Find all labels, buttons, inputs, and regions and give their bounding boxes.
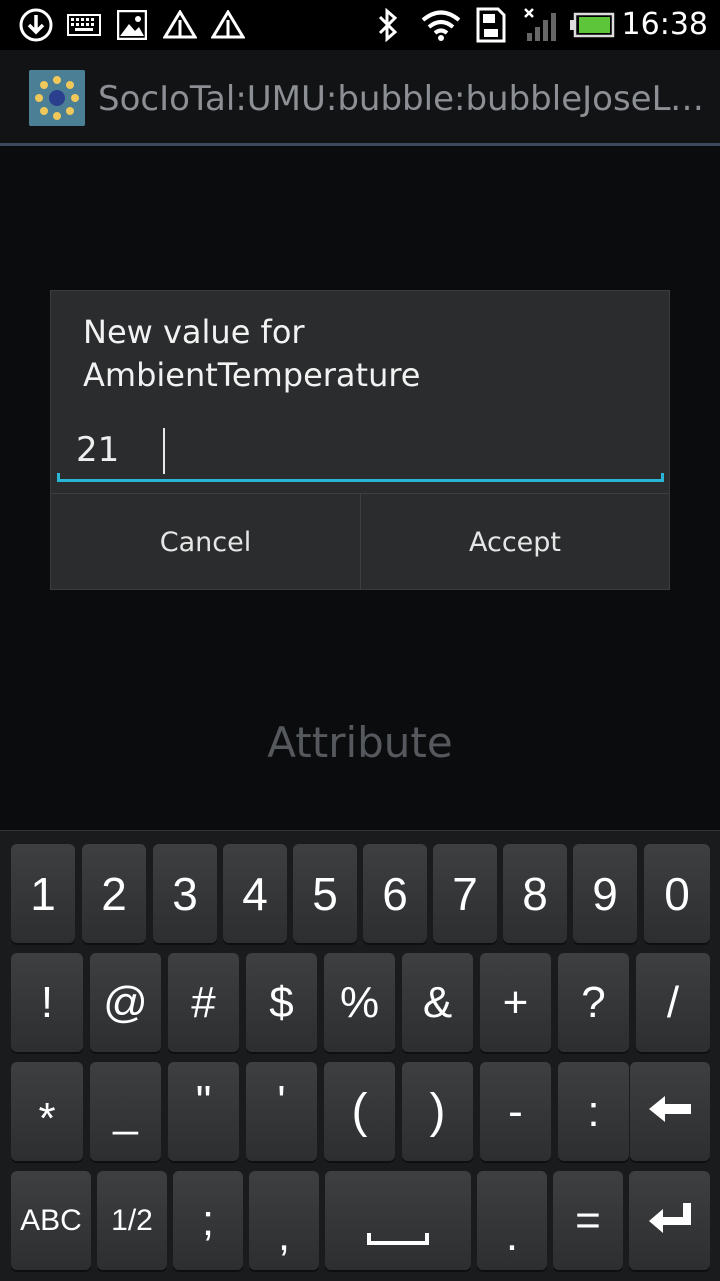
signal-icon — [520, 6, 560, 44]
key-9[interactable]: 9 — [573, 844, 637, 943]
app-logo-icon[interactable] — [29, 70, 85, 126]
key-open-paren[interactable]: ( — [324, 1062, 395, 1161]
space-icon — [367, 1231, 429, 1250]
key-plus[interactable]: + — [480, 953, 551, 1052]
key-double-quote[interactable]: " — [168, 1062, 239, 1161]
value-input[interactable] — [58, 421, 664, 479]
key-period[interactable]: . — [477, 1171, 547, 1270]
key-hash[interactable]: # — [168, 953, 239, 1052]
dialog-button-row: Cancel Accept — [51, 493, 669, 590]
key-2[interactable]: 2 — [82, 844, 146, 943]
key-ampersand[interactable]: & — [402, 953, 473, 1052]
dialog-title: New value for AmbientTemperature — [83, 313, 421, 394]
key-single-quote[interactable]: ' — [246, 1062, 317, 1161]
input-underline — [57, 473, 664, 482]
recycle-icon — [210, 6, 246, 44]
action-bar-divider — [0, 143, 720, 146]
status-clock: 16:38 — [621, 7, 708, 42]
key-semicolon[interactable]: ; — [173, 1171, 243, 1270]
key-exclamation[interactable]: ! — [11, 953, 83, 1052]
wifi-icon — [420, 6, 462, 44]
key-equals[interactable]: = — [553, 1171, 623, 1270]
on-screen-keyboard: 1 2 3 4 5 6 7 8 9 0 ! @ # $ % & + ? / * … — [0, 830, 720, 1281]
key-3[interactable]: 3 — [153, 844, 217, 943]
key-0[interactable]: 0 — [644, 844, 710, 943]
gallery-icon — [116, 6, 148, 44]
keyboard-icon — [66, 6, 102, 44]
space-key[interactable] — [325, 1171, 471, 1270]
enter-key[interactable] — [629, 1171, 710, 1270]
abc-mode-key[interactable]: ABC — [11, 1171, 91, 1270]
key-percent[interactable]: % — [324, 953, 395, 1052]
key-asterisk[interactable]: * — [11, 1062, 83, 1161]
key-dollar[interactable]: $ — [246, 953, 317, 1052]
key-colon[interactable]: : — [558, 1062, 629, 1161]
enter-icon — [647, 1201, 693, 1240]
key-slash[interactable]: / — [636, 953, 710, 1052]
symbol-page-key[interactable]: 1/2 — [97, 1171, 167, 1270]
key-close-paren[interactable]: ) — [402, 1062, 473, 1161]
accept-button[interactable]: Accept — [361, 494, 669, 590]
key-question[interactable]: ? — [558, 953, 629, 1052]
backspace-key[interactable] — [630, 1062, 710, 1161]
key-6[interactable]: 6 — [363, 844, 427, 943]
key-1[interactable]: 1 — [11, 844, 75, 943]
edit-value-dialog: New value for AmbientTemperature Cancel … — [50, 290, 670, 590]
key-7[interactable]: 7 — [433, 844, 497, 943]
action-bar: SocIoTal:UMU:bubble:bubbleJoseLu... — [0, 50, 720, 146]
key-4[interactable]: 4 — [223, 844, 287, 943]
download-icon — [16, 6, 56, 44]
text-cursor — [163, 428, 165, 474]
backspace-icon — [647, 1094, 693, 1129]
battery-icon — [568, 6, 616, 44]
key-5[interactable]: 5 — [293, 844, 357, 943]
status-bar: 16:38 — [0, 0, 720, 50]
recycle-icon — [162, 6, 198, 44]
key-comma[interactable]: , — [249, 1171, 319, 1270]
key-underscore[interactable]: _ — [90, 1062, 161, 1161]
key-8[interactable]: 8 — [503, 844, 567, 943]
attribute-label: Attribute — [267, 718, 453, 767]
bluetooth-icon — [374, 6, 402, 44]
sd-card-icon — [474, 6, 508, 44]
key-minus[interactable]: - — [480, 1062, 551, 1161]
app-title: SocIoTal:UMU:bubble:bubbleJoseLu... — [98, 79, 708, 119]
cancel-button[interactable]: Cancel — [51, 494, 361, 590]
key-at[interactable]: @ — [90, 953, 161, 1052]
